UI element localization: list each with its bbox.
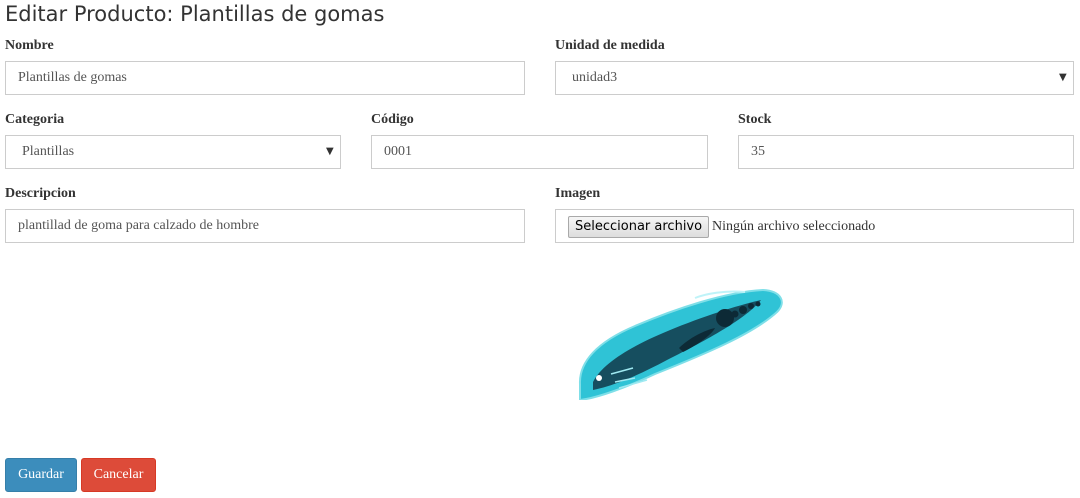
codigo-input[interactable]: 0001 (371, 135, 708, 169)
unidad-label: Unidad de medida (555, 38, 665, 53)
chevron-down-icon: ▼ (1059, 72, 1067, 83)
unidad-selected-value: unidad3 (572, 70, 618, 85)
nombre-input[interactable]: Plantillas de gomas (5, 61, 525, 95)
chevron-down-icon: ▼ (326, 146, 334, 157)
descripcion-label: Descripcion (5, 186, 76, 201)
categoria-select[interactable]: Plantillas ▼ (5, 135, 341, 169)
unidad-select[interactable]: unidad3 ▼ (555, 61, 1074, 95)
imagen-label: Imagen (555, 186, 601, 201)
nombre-label: Nombre (5, 38, 54, 53)
categoria-label: Categoria (5, 112, 65, 127)
stock-input[interactable]: 35 (738, 135, 1074, 169)
descripcion-input[interactable]: plantillad de goma para calzado de hombr… (5, 209, 525, 243)
save-button[interactable]: Guardar (5, 458, 77, 492)
file-status-text: Ningún archivo seleccionado (712, 219, 876, 234)
cancel-button[interactable]: Cancelar (81, 458, 156, 492)
stock-label: Stock (738, 112, 772, 127)
choose-file-button[interactable]: Seleccionar archivo (568, 216, 710, 238)
codigo-label: Código (371, 112, 414, 127)
insole-image (578, 288, 783, 400)
page-title: Editar Producto: Plantillas de gomas (5, 2, 385, 26)
imagen-file-input[interactable]: Seleccionar archivo Ningún archivo selec… (555, 209, 1074, 243)
categoria-selected-value: Plantillas (22, 144, 75, 159)
